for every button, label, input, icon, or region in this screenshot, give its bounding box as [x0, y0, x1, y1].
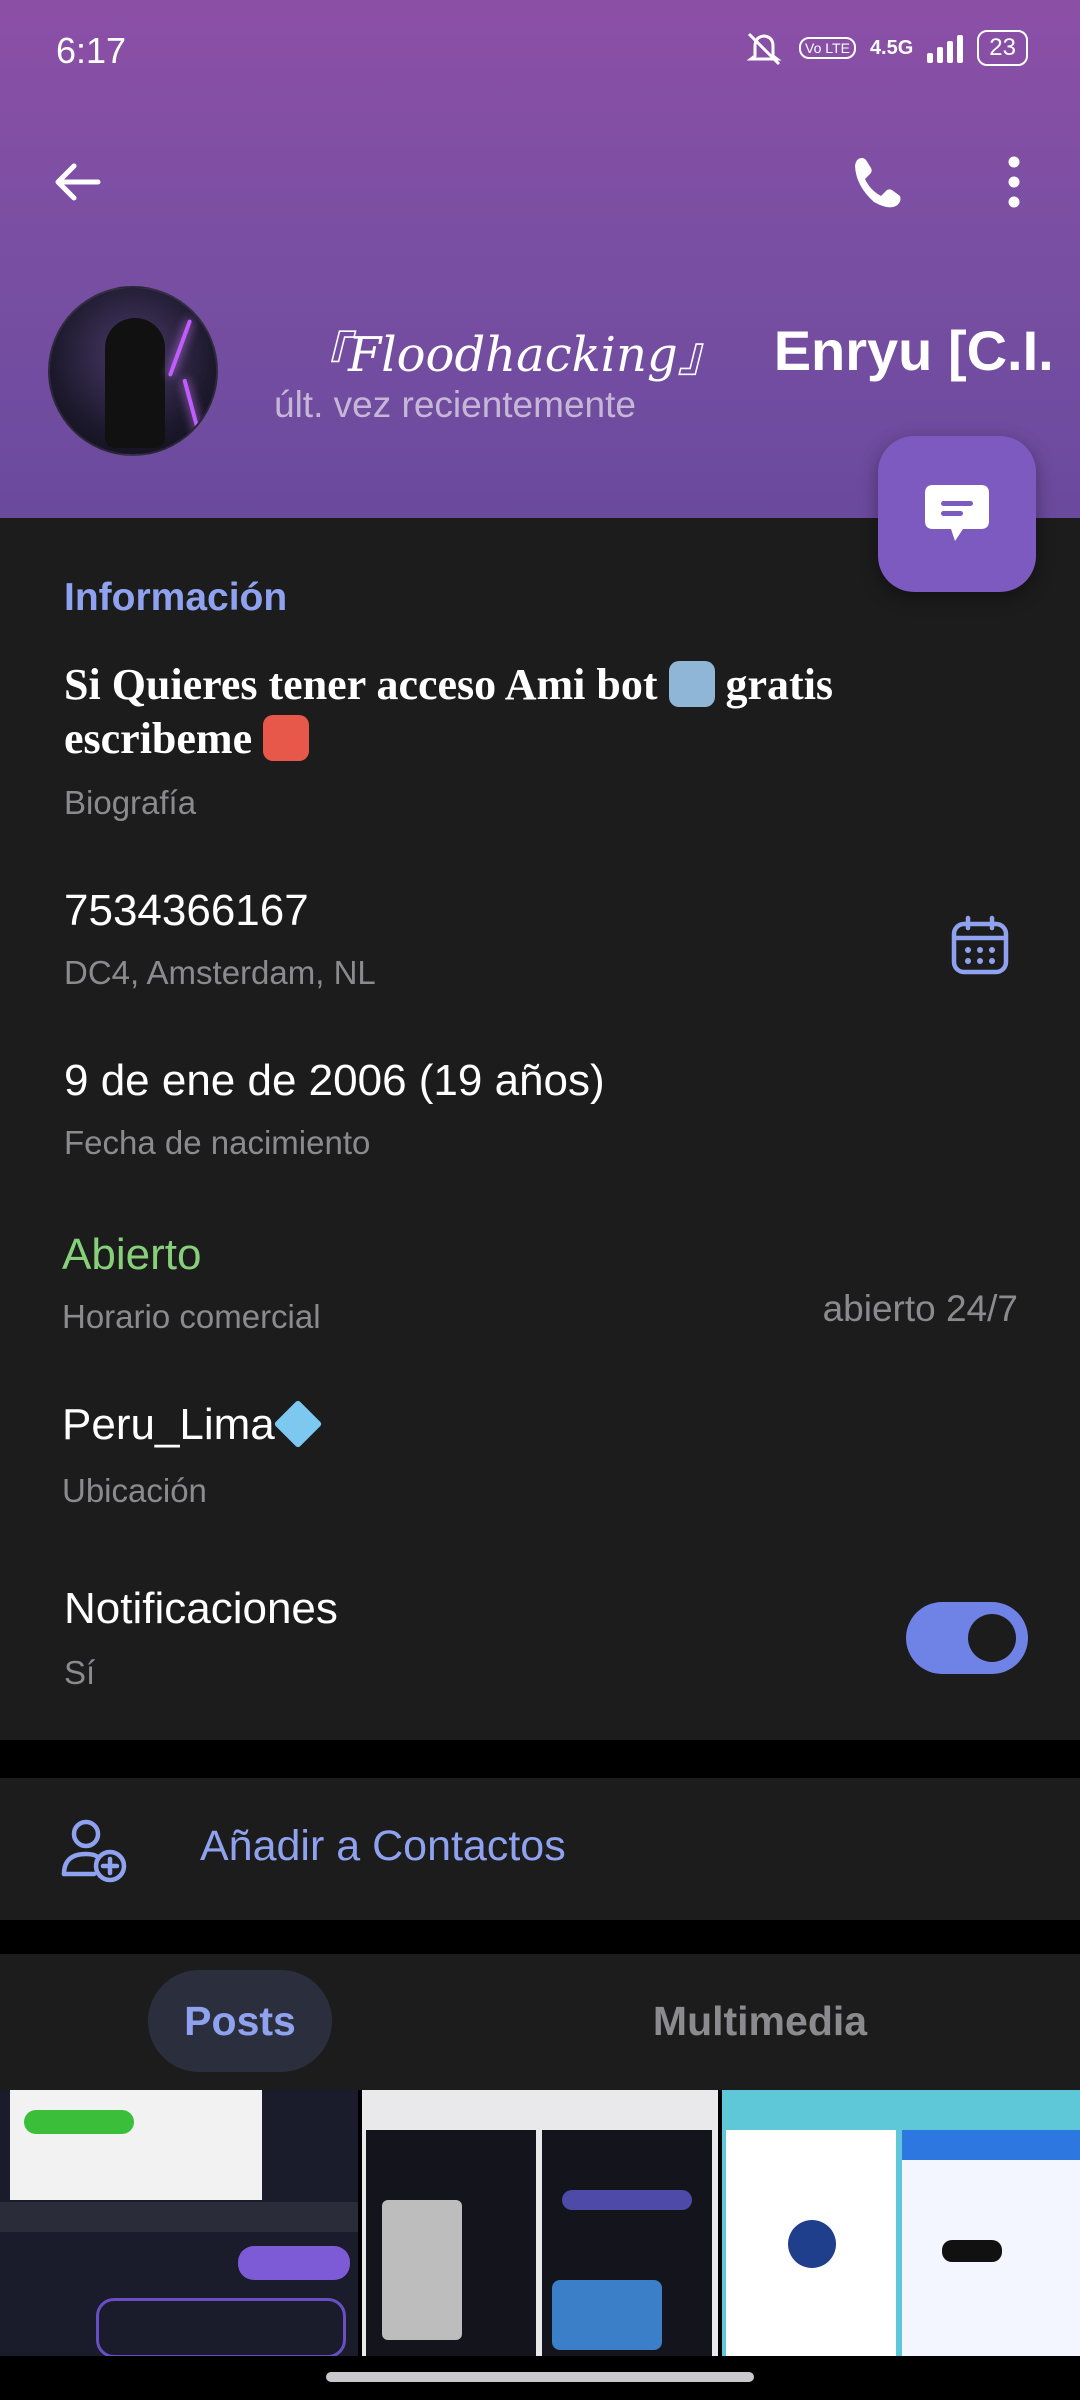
avatar-lightning: [167, 319, 193, 377]
last-seen: últ. vez recientemente: [274, 384, 636, 425]
thumbnail-topbar: [902, 2130, 1080, 2160]
bio-line2: escribeme: [64, 714, 253, 763]
toggle-knob: [968, 1614, 1016, 1662]
add-to-contacts-button[interactable]: Añadir a Contactos: [0, 1778, 1080, 1920]
media-tabs: Posts Multimedia: [0, 1954, 1080, 2092]
gift-emoji: [263, 715, 310, 761]
hours-value: abierto 24/7: [822, 1288, 1018, 1329]
robot-emoji: [668, 661, 715, 707]
business-hours-row[interactable]: Abierto Horario comercial abierto 24/7: [0, 1230, 1080, 1350]
gem-emoji: [273, 1399, 323, 1449]
bio-line1-end: gratis: [725, 660, 834, 709]
info-section: Información Si Quieres tener acceso Ami …: [0, 518, 1080, 1740]
thumbnail-highlight: [24, 2110, 134, 2134]
profile-name: 『Floodhacking』 Enryu [C.I.: [270, 310, 1060, 390]
thumbnail-card: [96, 2298, 346, 2356]
bio-row[interactable]: Si Quieres tener acceso Ami bot gratis e…: [0, 658, 1080, 821]
calendar-icon[interactable]: [948, 914, 1012, 978]
post-thumbnail[interactable]: [0, 2090, 358, 2356]
profile-name-part2: Enryu [C.I.: [773, 318, 1054, 382]
status-time: 6:17: [56, 30, 127, 71]
thumbnail-receipt: [10, 2090, 262, 2200]
thumbnail-bubble: [238, 2246, 350, 2280]
birthday-row[interactable]: 9 de ene de 2006 (19 años) Fecha de naci…: [0, 1056, 1080, 1176]
info-section-title: Información: [64, 576, 288, 619]
signal-icon: [927, 33, 964, 63]
location-text: Peru_Lima: [62, 1400, 275, 1449]
add-to-contacts-label: Añadir a Contactos: [200, 1822, 566, 1870]
avatar[interactable]: [48, 286, 218, 456]
notifications-value: Sí: [64, 1654, 96, 1691]
thumbnail-check: [788, 2220, 836, 2268]
avatar-figure: [105, 318, 165, 448]
thumbnail-photo: [382, 2200, 462, 2340]
tab-multimedia[interactable]: Multimedia: [620, 1970, 900, 2072]
open-status: Abierto: [62, 1230, 202, 1279]
tab-posts[interactable]: Posts: [148, 1970, 332, 2072]
birthday-value: 9 de ene de 2006 (19 años): [64, 1056, 605, 1105]
location-value: Peru_Lima: [62, 1399, 323, 1450]
notifications-label: Notificaciones: [64, 1584, 338, 1633]
status-bar: 6:17 Vo LTE 4.5G 23: [0, 0, 1080, 100]
post-thumbnail[interactable]: [722, 2090, 1080, 2356]
location-row[interactable]: Peru_Lima Ubicación: [0, 1399, 1080, 1520]
phone-icon[interactable]: [848, 152, 908, 212]
thumbnail-bubble: [562, 2190, 692, 2210]
profile-name-part1: 『Floodhacking』: [300, 327, 726, 383]
thumbnail-redaction: [942, 2240, 1002, 2262]
birthday-label: Fecha de nacimiento: [64, 1124, 371, 1161]
thumbnail-bar: [0, 2202, 358, 2232]
message-icon: [925, 485, 989, 541]
status-icons: Vo LTE 4.5G 23: [743, 30, 1028, 66]
bio-text: Si Quieres tener acceso Ami bot gratis e…: [64, 658, 833, 766]
back-arrow-icon[interactable]: [50, 154, 106, 210]
post-thumbnail[interactable]: [362, 2090, 718, 2356]
bio-line1: Si Quieres tener acceso Ami bot: [64, 660, 658, 709]
message-button[interactable]: [878, 436, 1036, 592]
top-actions: [0, 140, 1080, 220]
avatar-lightning: [182, 378, 202, 438]
network-type: 4.5G: [869, 36, 914, 59]
phone-row[interactable]: 7534366167 DC4, Amsterdam, NL: [0, 886, 1080, 1006]
notifications-toggle[interactable]: [906, 1602, 1028, 1674]
posts-gallery: [0, 2090, 1080, 2356]
bio-label: Biografía: [64, 784, 197, 821]
hours-label: Horario comercial: [62, 1298, 321, 1335]
thumbnail-card: [552, 2280, 662, 2350]
dc-label: DC4, Amsterdam, NL: [64, 954, 376, 991]
add-user-icon: [61, 1819, 127, 1883]
muted-bell-icon: [746, 32, 782, 66]
location-label: Ubicación: [62, 1472, 207, 1509]
home-indicator[interactable]: [326, 2372, 754, 2382]
battery-icon: 23: [977, 30, 1028, 66]
volte-badge: Vo LTE: [799, 37, 856, 59]
more-vertical-icon[interactable]: [996, 152, 1032, 212]
phone-number: 7534366167: [64, 886, 309, 935]
